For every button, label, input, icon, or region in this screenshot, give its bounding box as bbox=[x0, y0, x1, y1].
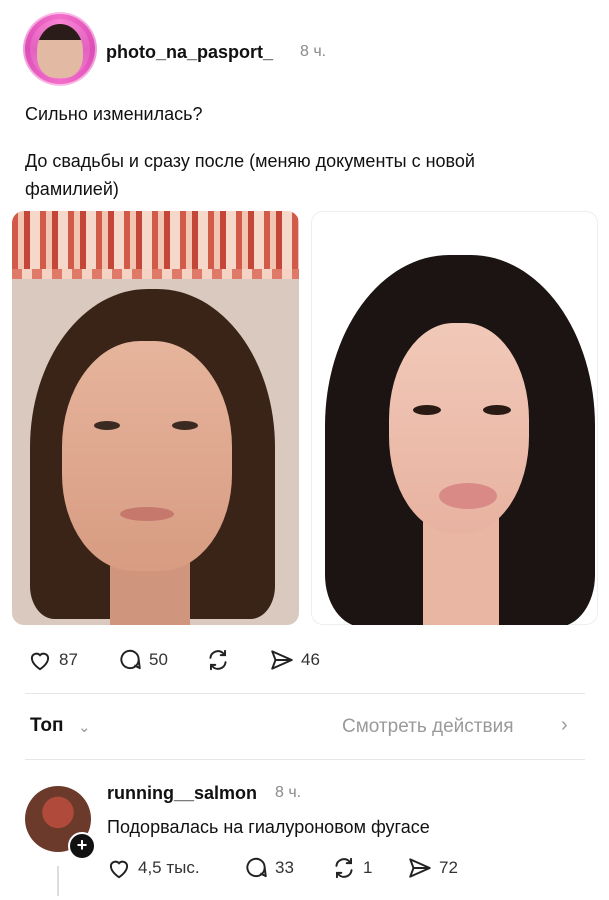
divider bbox=[25, 759, 585, 760]
share-button[interactable]: 46 bbox=[269, 647, 320, 673]
comment-repost-button[interactable]: 1 bbox=[331, 855, 372, 881]
sort-dropdown-label[interactable]: Топ bbox=[30, 715, 64, 737]
repost-icon bbox=[209, 649, 227, 671]
eye bbox=[413, 405, 441, 415]
face bbox=[62, 341, 232, 571]
chevron-right-icon[interactable]: › bbox=[561, 714, 568, 737]
comment-reply-button[interactable]: 33 bbox=[243, 855, 294, 881]
author-avatar[interactable] bbox=[23, 12, 97, 86]
post-username[interactable]: photo_na_pasport_ bbox=[106, 42, 273, 63]
thread-line bbox=[57, 866, 59, 896]
post-text-line2: До свадьбы и сразу после (меняю документ… bbox=[25, 151, 475, 199]
comment-share-button[interactable]: 72 bbox=[407, 855, 458, 881]
plus-icon[interactable]: + bbox=[68, 832, 96, 860]
comment-repost-count: 1 bbox=[363, 858, 373, 877]
comment-button[interactable]: 50 bbox=[117, 647, 168, 673]
chevron-down-icon[interactable]: ⌄ bbox=[78, 718, 91, 736]
post-photo-before[interactable] bbox=[12, 211, 299, 625]
view-activity-link[interactable]: Смотреть действия bbox=[342, 716, 513, 738]
lips bbox=[120, 507, 174, 521]
post-photo-after[interactable] bbox=[311, 211, 598, 625]
eye bbox=[483, 405, 511, 415]
passport-ornament bbox=[12, 211, 299, 279]
comment-count: 50 bbox=[149, 650, 168, 669]
eye bbox=[172, 421, 198, 430]
comment-text: Подорвалась на гиалуроновом фугасе bbox=[107, 817, 430, 837]
post-timestamp: 8 ч. bbox=[300, 43, 327, 60]
eye bbox=[94, 421, 120, 430]
divider bbox=[25, 693, 585, 694]
comment-icon bbox=[120, 649, 141, 670]
post-text-line1: Сильно изменилась? bbox=[25, 104, 203, 124]
repost-button[interactable] bbox=[205, 647, 231, 673]
comment-share-count: 72 bbox=[439, 858, 458, 877]
comment-timestamp: 8 ч. bbox=[275, 784, 302, 801]
share-count: 46 bbox=[301, 650, 320, 669]
comment-username[interactable]: running__salmon bbox=[107, 783, 257, 804]
like-button[interactable]: 87 bbox=[27, 647, 78, 673]
repost-icon bbox=[335, 857, 353, 879]
comment-like-count: 4,5 тыс. bbox=[138, 858, 200, 877]
like-count: 87 bbox=[59, 650, 78, 669]
comment-icon bbox=[246, 857, 267, 878]
avatar-image bbox=[37, 24, 83, 78]
lips bbox=[439, 483, 497, 509]
heart-icon bbox=[109, 860, 129, 879]
share-icon bbox=[271, 650, 293, 670]
heart-icon bbox=[30, 652, 50, 671]
share-icon bbox=[409, 858, 431, 878]
comment-reply-count: 33 bbox=[275, 858, 294, 877]
comment-like-button[interactable]: 4,5 тыс. bbox=[106, 855, 200, 881]
